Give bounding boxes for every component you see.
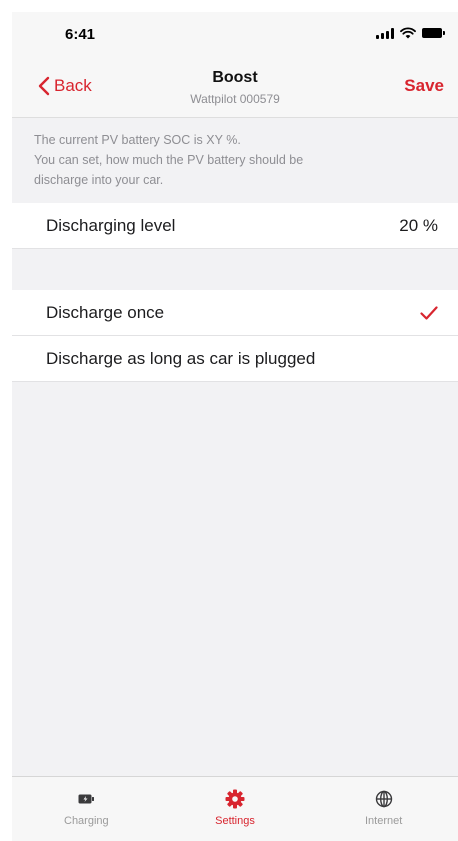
tab-settings[interactable]: Settings [175,777,295,841]
page-subtitle: Wattpilot 000579 [190,92,280,106]
option-label: Discharge once [46,302,165,322]
option-discharge-while-plugged[interactable]: Discharge as long as car is plugged [12,336,458,382]
app-screen: 6:41 Back Boost Wattpilot 000579 Save Th… [12,12,458,841]
tab-label: Internet [364,815,403,827]
tab-label: Settings [215,815,255,827]
info-text: The current PV battery SOC is XY %. You … [34,130,434,190]
page-title: Boost [212,69,258,86]
info-line: discharge into your car. [34,173,164,187]
wifi-icon [400,27,416,39]
info-line: You can set, how much the PV battery sho… [34,153,304,167]
globe-icon [375,789,393,809]
status-time: 6:41 [65,26,96,43]
discharging-level-row[interactable]: Discharging level 20 % [12,203,458,249]
status-bar: 6:41 [12,12,458,58]
battery-status-icon [422,28,445,38]
cellular-signal-icon [376,27,394,39]
tab-label: Charging [64,815,109,827]
gear-icon [225,789,245,809]
save-button[interactable]: Save [404,76,444,96]
status-icons [376,27,445,39]
discharging-level-label: Discharging level [46,215,176,235]
battery-icon [78,789,95,809]
tab-bar: Charging Settings Internet [12,776,458,841]
navigation-bar: Back Boost Wattpilot 000579 Save [12,58,458,118]
discharging-level-value: 20 % [399,215,438,235]
checkmark-icon [420,305,438,320]
tab-charging[interactable]: Charging [26,777,146,841]
info-line: The current PV battery SOC is XY %. [34,133,241,147]
tab-internet[interactable]: Internet [324,777,444,841]
option-label: Discharge as long as car is plugged [46,348,316,368]
option-discharge-once[interactable]: Discharge once [12,290,458,336]
